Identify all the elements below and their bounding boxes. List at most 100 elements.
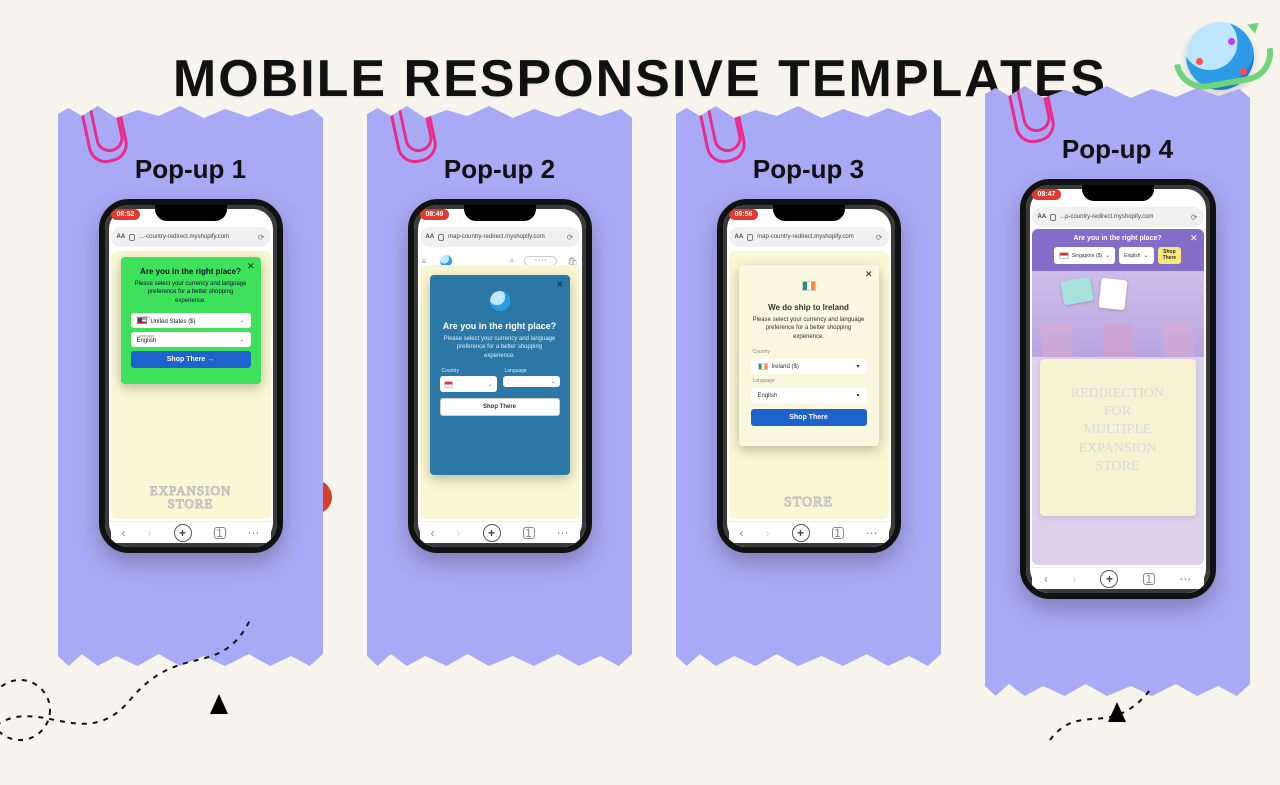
back-icon[interactable]: ‹ (122, 526, 126, 540)
forward-icon[interactable]: › (1072, 572, 1076, 586)
aa-icon: AA (117, 234, 126, 240)
refresh-icon[interactable]: ⟳ (876, 233, 883, 242)
redirection-text: REDIRECTIONFORMULTIPLEEXPANSIONSTORE (1040, 359, 1196, 516)
shop-there-button[interactable]: Shop There → (131, 351, 251, 368)
phone-mock-4: 08:47 AA ...p-country-redirect.myshopify… (1020, 179, 1216, 599)
lock-icon (1050, 214, 1056, 221)
shop-there-button[interactable]: Shop There (751, 409, 867, 426)
country-select[interactable]: Country United States ($) ⌄ (131, 313, 251, 328)
back-icon[interactable]: ‹ (431, 526, 435, 540)
language-label: Language (505, 368, 560, 374)
address-bar[interactable]: AA map-country-redirect.myshopify.com ⟳ (420, 227, 580, 247)
popup-heading: Are you in the right place? (430, 321, 570, 331)
country-value: Singapore ($) (1072, 253, 1102, 259)
browser-toolbar: ‹ › + 1 ⋯ (420, 521, 580, 543)
redirect-bar: ✕ Are you in the right place? Singapore … (1032, 229, 1204, 272)
more-icon[interactable]: ⋯ (1179, 572, 1191, 586)
new-tab-button[interactable]: + (1100, 570, 1118, 588)
popup-heading: Are you in the right place? (121, 267, 261, 276)
country-value: Singapore ($) (457, 378, 484, 390)
refresh-icon[interactable]: ⟳ (567, 233, 574, 242)
screen-background: EXPANSIONSTORE ✕ Are you in the right pl… (111, 251, 271, 519)
decorative-doodle (0, 560, 260, 780)
template-card-4: Pop-up 4 08:47 AA ...p-country-redirect.… (985, 86, 1250, 696)
tabs-button[interactable]: 1 (214, 527, 226, 539)
lock-icon (747, 234, 753, 241)
chevron-down-icon: ⌄ (1105, 252, 1110, 259)
back-icon[interactable]: ‹ (1044, 572, 1048, 586)
new-tab-button[interactable]: + (483, 524, 501, 542)
phone-mock-1: 08:52 AA ...-country-redirect.myshopify.… (99, 199, 283, 553)
globe-icon (490, 291, 510, 311)
country-label: Country (753, 349, 865, 355)
phone-notch (773, 205, 845, 221)
language-value: English (758, 393, 778, 399)
refresh-icon[interactable]: ⟳ (1191, 213, 1198, 222)
back-icon[interactable]: ‹ (740, 526, 744, 540)
new-tab-button[interactable]: + (174, 524, 192, 542)
country-select[interactable]: Singapore ($) ⌄ (440, 376, 497, 392)
flag-us-icon (137, 317, 147, 324)
language-value: English (1124, 253, 1140, 259)
address-bar[interactable]: AA ...-country-redirect.myshopify.com ⟳ (111, 227, 271, 247)
bg-brand-text: STORE (729, 496, 889, 511)
shop-there-button[interactable]: ShopThere (1158, 247, 1182, 264)
chevron-down-icon: ⌄ (1144, 252, 1149, 259)
language-select[interactable]: English ▾ (751, 388, 867, 403)
address-bar[interactable]: AA map-country-redirect.myshopify.com ⟳ (729, 227, 889, 247)
template-card-2: Pop-up 2 08:49 AA map-country-redirect.m… (367, 106, 632, 666)
globe-icon (1186, 22, 1254, 90)
chevron-down-icon: ⌄ (550, 378, 555, 385)
popup-body: Please select your currency and language… (442, 335, 558, 360)
tabs-button[interactable]: 1 (832, 527, 844, 539)
popup-modal: ✕ We do ship to Ireland Please select yo… (739, 265, 879, 446)
more-icon[interactable]: ⋯ (866, 526, 878, 540)
bar-heading: Are you in the right place? (1038, 235, 1198, 242)
tabs-button[interactable]: 1 (523, 527, 535, 539)
chevron-down-icon: ⌄ (487, 381, 492, 388)
close-icon[interactable]: ✕ (1190, 233, 1198, 244)
language-select[interactable]: Language English ⌄ (131, 332, 251, 347)
popup-modal: ✕ Are you in the right place? Please sel… (121, 257, 261, 384)
language-select[interactable]: English ⌄ (503, 376, 560, 387)
refresh-icon[interactable]: ⟳ (258, 233, 265, 242)
shop-there-button[interactable]: Shop There (440, 398, 560, 416)
popup-heading: We do ship to Ireland (739, 303, 879, 312)
lock-icon (438, 234, 444, 241)
chevron-down-icon: ▾ (856, 392, 859, 399)
forward-icon[interactable]: › (148, 526, 152, 540)
lock-icon (129, 234, 135, 241)
phone-notch (464, 205, 536, 221)
flag-sg-icon (1059, 252, 1069, 259)
new-tab-button[interactable]: + (792, 524, 810, 542)
popup-body: Please select your currency and language… (133, 280, 249, 305)
country-select[interactable]: Singapore ($) ⌄ (1054, 247, 1115, 264)
country-label: Country (442, 368, 497, 374)
status-time: 08:52 (111, 209, 141, 220)
language-label: Language (753, 378, 865, 384)
screen-background: ✕ Are you in the right place? Singapore … (1032, 229, 1204, 565)
country-select[interactable]: Ireland ($) ▾ (751, 359, 867, 374)
country-value: Ireland ($) (772, 364, 799, 370)
status-time: 08:56 (729, 209, 759, 220)
flag-ie-icon (758, 363, 768, 370)
close-icon[interactable]: ✕ (865, 269, 873, 280)
screen-background: STORE ✕ We do ship to Ireland Please sel… (729, 251, 889, 519)
screen-background: ✕ Are you in the right place? Please sel… (420, 265, 580, 519)
aa-icon: AA (426, 234, 435, 240)
language-select[interactable]: English ⌄ (1119, 247, 1153, 264)
chevron-down-icon: ▾ (856, 363, 859, 370)
close-icon[interactable]: ✕ (556, 279, 564, 290)
arrow-up-icon (1108, 702, 1126, 722)
url-text: ...p-country-redirect.myshopify.com (1060, 214, 1153, 220)
arrow-up-icon (210, 694, 228, 714)
more-icon[interactable]: ⋯ (557, 526, 569, 540)
aa-icon: AA (735, 234, 744, 240)
forward-icon[interactable]: › (766, 526, 770, 540)
forward-icon[interactable]: › (457, 526, 461, 540)
tabs-button[interactable]: 1 (1143, 573, 1155, 585)
close-icon[interactable]: ✕ (247, 261, 255, 272)
address-bar[interactable]: AA ...p-country-redirect.myshopify.com ⟳ (1032, 207, 1204, 227)
url-text: ...-country-redirect.myshopify.com (139, 234, 229, 240)
more-icon[interactable]: ⋯ (248, 526, 260, 540)
